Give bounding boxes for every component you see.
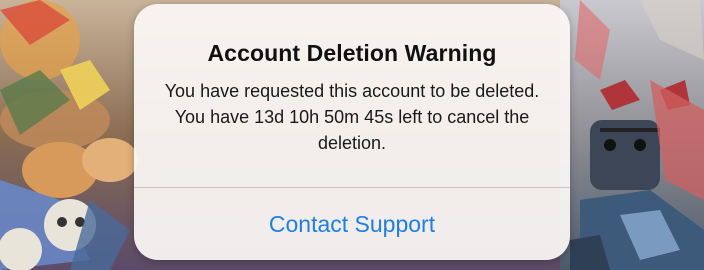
alert-message: You have requested this account to be de… [164, 81, 540, 153]
game-screen: Account Deletion Warning You have reques… [0, 0, 704, 270]
contact-support-button[interactable]: Contact Support [134, 188, 570, 260]
alert-title: Account Deletion Warning [207, 40, 497, 66]
alert-dialog: Account Deletion Warning You have reques… [134, 4, 570, 260]
